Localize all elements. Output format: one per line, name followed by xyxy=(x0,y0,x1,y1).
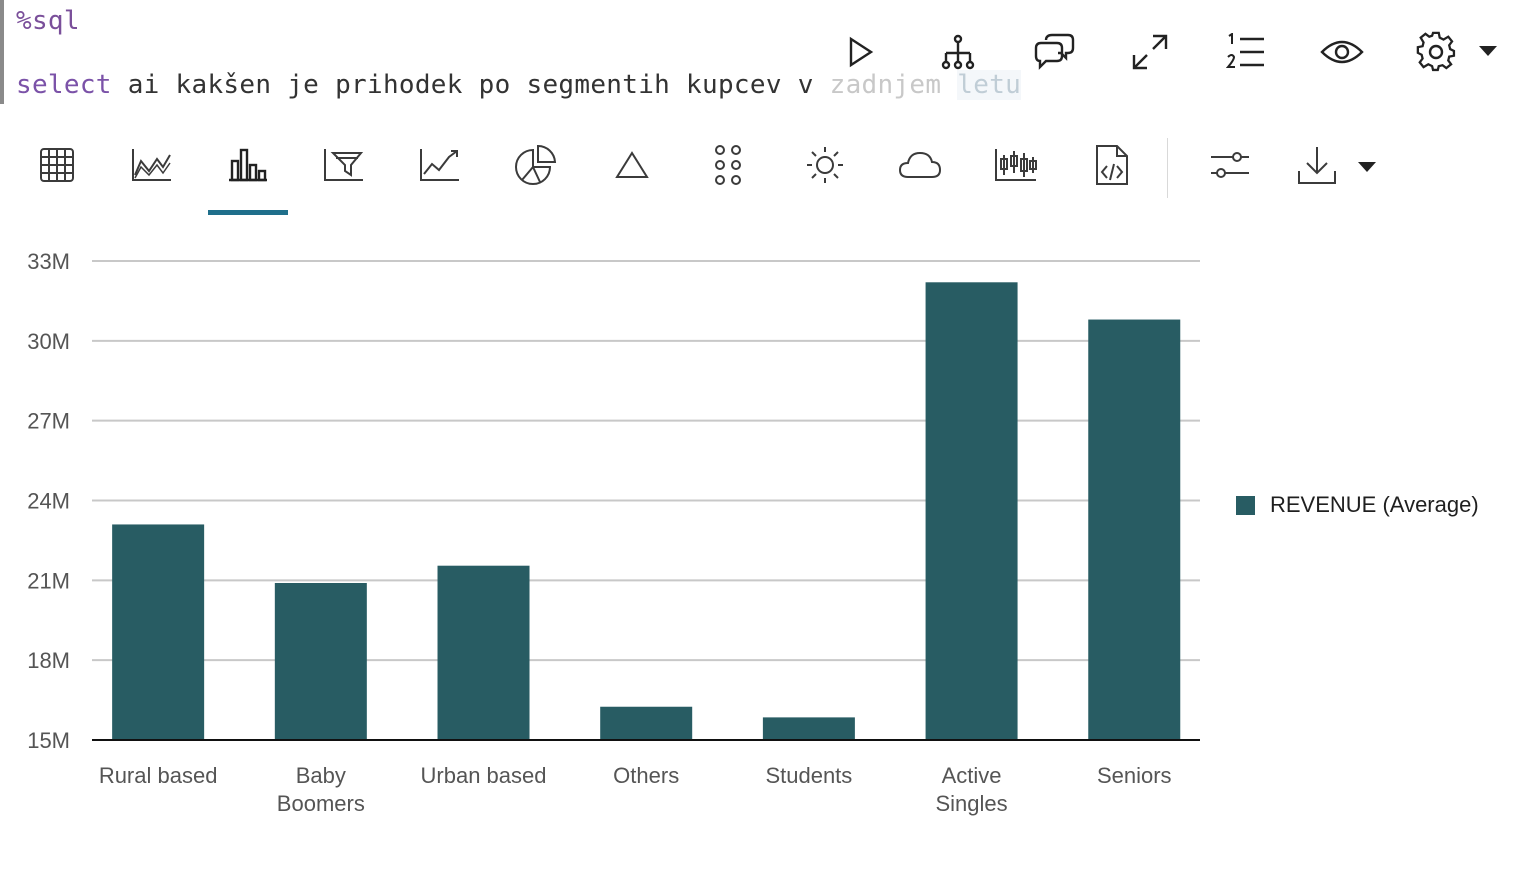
y-tick-label: 27M xyxy=(27,409,70,434)
bar xyxy=(437,565,530,740)
eye-icon xyxy=(1320,40,1364,64)
x-tick-label-line: Others xyxy=(613,763,679,788)
download-dropdown-caret[interactable] xyxy=(1358,162,1376,172)
settings-sliders-icon xyxy=(1211,152,1249,178)
download-button[interactable] xyxy=(1277,130,1357,200)
viz-custom-code-button[interactable] xyxy=(1072,130,1152,200)
revenue-bar-chart: 15M 18M 21M 24M 27M 30M 33M Rural based Baby Boom… xyxy=(0,230,1522,850)
download-icon xyxy=(1298,147,1336,184)
viz-boxplot-button[interactable] xyxy=(976,130,1056,200)
scatter-icon xyxy=(715,145,741,185)
code-file-icon xyxy=(1096,145,1128,185)
toolbar-separator xyxy=(1167,138,1168,198)
sql-keyword: select xyxy=(16,70,112,100)
x-tick-label-line: Baby xyxy=(296,763,346,788)
x-tick-label-line: Seniors xyxy=(1097,763,1172,788)
x-tick-label: Baby Boomers xyxy=(277,763,365,816)
comments-icon xyxy=(1034,33,1075,70)
visibility-button[interactable] xyxy=(1312,22,1372,82)
x-tick-label-line: Rural based xyxy=(99,763,218,788)
bar xyxy=(600,706,693,740)
bar xyxy=(925,282,1018,740)
chart-canvas: 15M 18M 21M 24M 27M 30M 33M Rural based Baby Boom… xyxy=(27,249,1200,816)
run-button[interactable] xyxy=(830,22,890,82)
y-tick-label: 33M xyxy=(27,249,70,274)
pie-chart-icon xyxy=(515,144,557,185)
chart-legend[interactable]: REVENUE (Average) xyxy=(1236,492,1479,518)
viz-sunburst-button[interactable] xyxy=(785,130,865,200)
y-tick-label: 30M xyxy=(27,329,70,354)
x-tick-label: Active Singles xyxy=(935,763,1007,816)
viz-bar-chart-button[interactable] xyxy=(208,130,288,200)
legend-swatch xyxy=(1236,495,1255,515)
line-chart-icon xyxy=(420,149,459,181)
visualization-toolbar xyxy=(0,130,1400,220)
settings-dropdown-caret[interactable] xyxy=(1479,46,1497,56)
comments-button[interactable] xyxy=(1024,22,1084,82)
viz-table-button[interactable] xyxy=(17,130,97,200)
y-tick-label: 24M xyxy=(27,489,70,514)
viz-pyramid-button[interactable] xyxy=(592,130,672,200)
pyramid-icon xyxy=(615,151,649,178)
area-chart-icon xyxy=(132,149,171,181)
expand-button[interactable] xyxy=(1120,22,1180,82)
viz-scatter-button[interactable] xyxy=(688,130,768,200)
table-icon xyxy=(40,148,74,182)
viz-pie-chart-button[interactable] xyxy=(496,130,576,200)
numbered-list-button[interactable] xyxy=(1216,22,1276,82)
x-tick-label: Others xyxy=(613,763,679,788)
bar xyxy=(274,582,367,740)
x-tick-label-line: Boomers xyxy=(277,791,365,816)
bar xyxy=(762,717,855,740)
viz-funnel-button[interactable] xyxy=(304,130,384,200)
x-tick-label: Rural based xyxy=(99,763,218,788)
funnel-icon xyxy=(324,149,364,181)
hierarchy-button[interactable] xyxy=(928,22,988,82)
expand-icon xyxy=(1132,34,1168,70)
settings-button[interactable] xyxy=(1406,22,1466,82)
legend-label: REVENUE (Average) xyxy=(1270,492,1479,517)
active-tab-indicator xyxy=(208,210,288,215)
word-cloud-icon xyxy=(898,151,942,178)
y-tick-label: 18M xyxy=(27,648,70,673)
settings-icon xyxy=(1416,31,1456,72)
x-tick-label-line: Urban based xyxy=(421,763,547,788)
y-tick-label: 21M xyxy=(27,568,70,593)
x-tick-label: Urban based xyxy=(421,763,547,788)
x-tick-label-line: Singles xyxy=(935,791,1007,816)
x-tick-label-line: Active xyxy=(942,763,1002,788)
viz-line-chart-button[interactable] xyxy=(400,130,480,200)
query-text: ai kakšen je prihodek po segmentih kupce… xyxy=(111,70,830,100)
bar xyxy=(112,524,205,740)
numbered-list-icon xyxy=(1226,33,1264,68)
y-tick-label: 15M xyxy=(27,728,70,753)
x-tick-label-line: Students xyxy=(765,763,852,788)
x-tick-label: Students xyxy=(765,763,852,788)
code-line-magic: %sql xyxy=(16,6,80,36)
viz-word-cloud-button[interactable] xyxy=(880,130,960,200)
sunburst-icon xyxy=(807,147,843,183)
bar xyxy=(1088,319,1181,740)
run-icon xyxy=(849,36,874,68)
hierarchy-icon xyxy=(941,34,975,70)
bar-chart-icon xyxy=(229,148,267,182)
chart-settings-button[interactable] xyxy=(1190,130,1270,200)
x-tick-label: Seniors xyxy=(1097,763,1172,788)
boxplot-icon xyxy=(995,149,1037,181)
viz-area-chart-button[interactable] xyxy=(112,130,192,200)
